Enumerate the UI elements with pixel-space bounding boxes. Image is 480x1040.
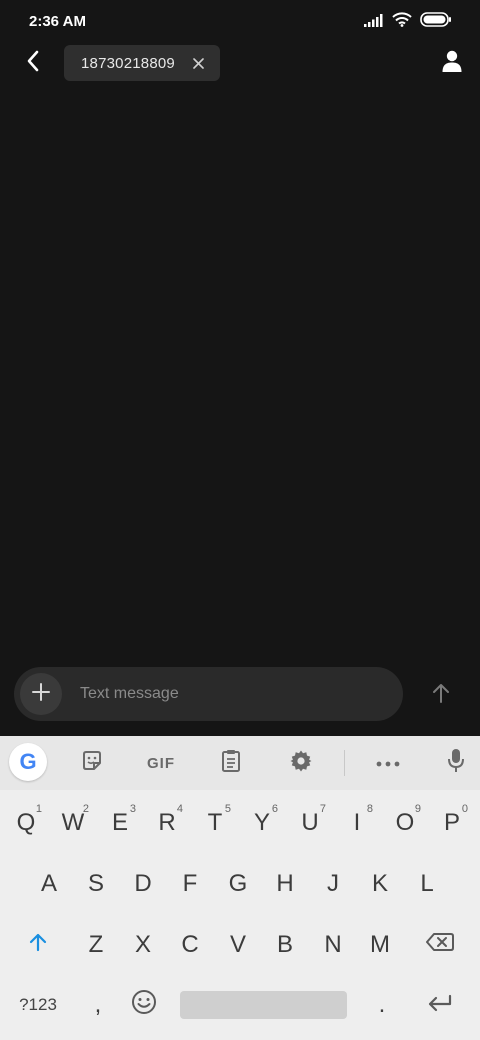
- key-k[interactable]: K: [358, 858, 402, 910]
- key-h[interactable]: H: [263, 858, 307, 910]
- key-l[interactable]: L: [405, 858, 449, 910]
- key-e[interactable]: E3: [98, 797, 142, 849]
- key-w[interactable]: W2: [51, 797, 95, 849]
- key-q[interactable]: Q1: [4, 797, 48, 849]
- key-y[interactable]: Y6: [240, 797, 284, 849]
- comma-key[interactable]: ,: [76, 979, 120, 1031]
- key-j[interactable]: J: [311, 858, 355, 910]
- more-dots-icon: [376, 754, 400, 772]
- more-options-button[interactable]: [369, 745, 407, 781]
- key-hint: 4: [176, 803, 183, 815]
- key-f[interactable]: F: [168, 858, 212, 910]
- key-label: R: [158, 809, 176, 836]
- soft-keyboard: G GIF Q 1 W 2 E 3 R 4 T 5 Y 6 U 7 I 8 O …: [0, 736, 480, 1040]
- key-hint: 2: [82, 803, 89, 815]
- backspace-icon: [426, 931, 454, 959]
- gif-label: GIF: [147, 754, 175, 772]
- period-key[interactable]: .: [360, 979, 404, 1031]
- back-arrow-icon: [26, 50, 40, 77]
- recipient-chip[interactable]: 18730218809: [64, 45, 220, 81]
- key-m[interactable]: M: [358, 919, 402, 971]
- contact-person-icon: [442, 50, 462, 77]
- keyboard-settings-button[interactable]: [282, 745, 320, 781]
- key-i[interactable]: I8: [335, 797, 379, 849]
- key-label: Y: [253, 809, 270, 836]
- key-hint: 6: [271, 803, 278, 815]
- clipboard-icon: [221, 749, 241, 778]
- space-key[interactable]: [180, 991, 347, 1019]
- toolbar-divider: [344, 750, 345, 776]
- key-label: T: [207, 809, 223, 836]
- contact-button[interactable]: [438, 49, 466, 77]
- send-button[interactable]: [424, 678, 458, 712]
- key-label: E: [111, 809, 128, 836]
- plus-icon: [31, 682, 51, 707]
- key-t[interactable]: T5: [193, 797, 237, 849]
- attach-button[interactable]: [20, 673, 62, 715]
- key-z[interactable]: Z: [74, 919, 118, 971]
- settings-gear-icon: [289, 749, 313, 778]
- key-hint: 5: [224, 803, 231, 815]
- key-r[interactable]: R4: [145, 797, 189, 849]
- key-label: Q: [16, 809, 36, 836]
- key-a[interactable]: A: [27, 858, 71, 910]
- conversation-header: 18730218809: [0, 42, 480, 86]
- key-label: I: [353, 809, 361, 836]
- key-hint: 1: [35, 803, 42, 815]
- shift-arrow-icon: [28, 931, 48, 959]
- key-label: P: [443, 809, 460, 836]
- message-composer: [14, 667, 403, 721]
- status-icons: [364, 12, 452, 32]
- key-hint: 9: [414, 803, 421, 815]
- status-bar: 2:36 AM: [0, 0, 480, 42]
- key-b[interactable]: B: [263, 919, 307, 971]
- key-n[interactable]: N: [311, 919, 355, 971]
- sticker-icon: [81, 750, 103, 777]
- voice-input-button[interactable]: [437, 745, 475, 781]
- signal-icon: [364, 13, 384, 32]
- back-button[interactable]: [18, 48, 48, 78]
- backspace-key[interactable]: [418, 919, 462, 971]
- chip-close-icon[interactable]: [190, 55, 206, 71]
- symbols-key[interactable]: ?123: [13, 979, 63, 1031]
- enter-key[interactable]: [418, 979, 462, 1031]
- key-d[interactable]: D: [121, 858, 165, 910]
- enter-arrow-icon: [427, 991, 453, 1019]
- recipient-chip-label: 18730218809: [81, 54, 175, 72]
- key-o[interactable]: O9: [383, 797, 427, 849]
- google-icon: G: [19, 749, 37, 774]
- keyboard-toolbar: G GIF: [0, 736, 480, 790]
- key-label: W: [61, 809, 85, 836]
- key-u[interactable]: U7: [288, 797, 332, 849]
- message-input[interactable]: [80, 667, 380, 721]
- key-hint: 8: [366, 803, 373, 815]
- key-label: U: [301, 809, 319, 836]
- emoji-icon: [131, 989, 157, 1022]
- clipboard-button[interactable]: [212, 745, 250, 781]
- status-time: 2:36 AM: [29, 13, 86, 30]
- key-g[interactable]: G: [216, 858, 260, 910]
- gif-button[interactable]: GIF: [142, 745, 180, 781]
- sticker-button[interactable]: [73, 745, 111, 781]
- battery-icon: [420, 12, 452, 32]
- key-hint: 3: [129, 803, 136, 815]
- key-p[interactable]: P0: [430, 797, 474, 849]
- key-hint: 0: [461, 803, 468, 815]
- key-c[interactable]: C: [168, 919, 212, 971]
- wifi-icon: [392, 12, 412, 32]
- emoji-key[interactable]: [122, 979, 166, 1031]
- shift-key[interactable]: [16, 919, 60, 971]
- microphone-icon: [447, 748, 465, 779]
- google-search-button[interactable]: G: [9, 743, 47, 781]
- key-label: O: [395, 809, 415, 836]
- key-x[interactable]: X: [121, 919, 165, 971]
- key-hint: 7: [319, 803, 326, 815]
- send-arrow-icon: [432, 683, 450, 708]
- key-v[interactable]: V: [216, 919, 260, 971]
- key-s[interactable]: S: [74, 858, 118, 910]
